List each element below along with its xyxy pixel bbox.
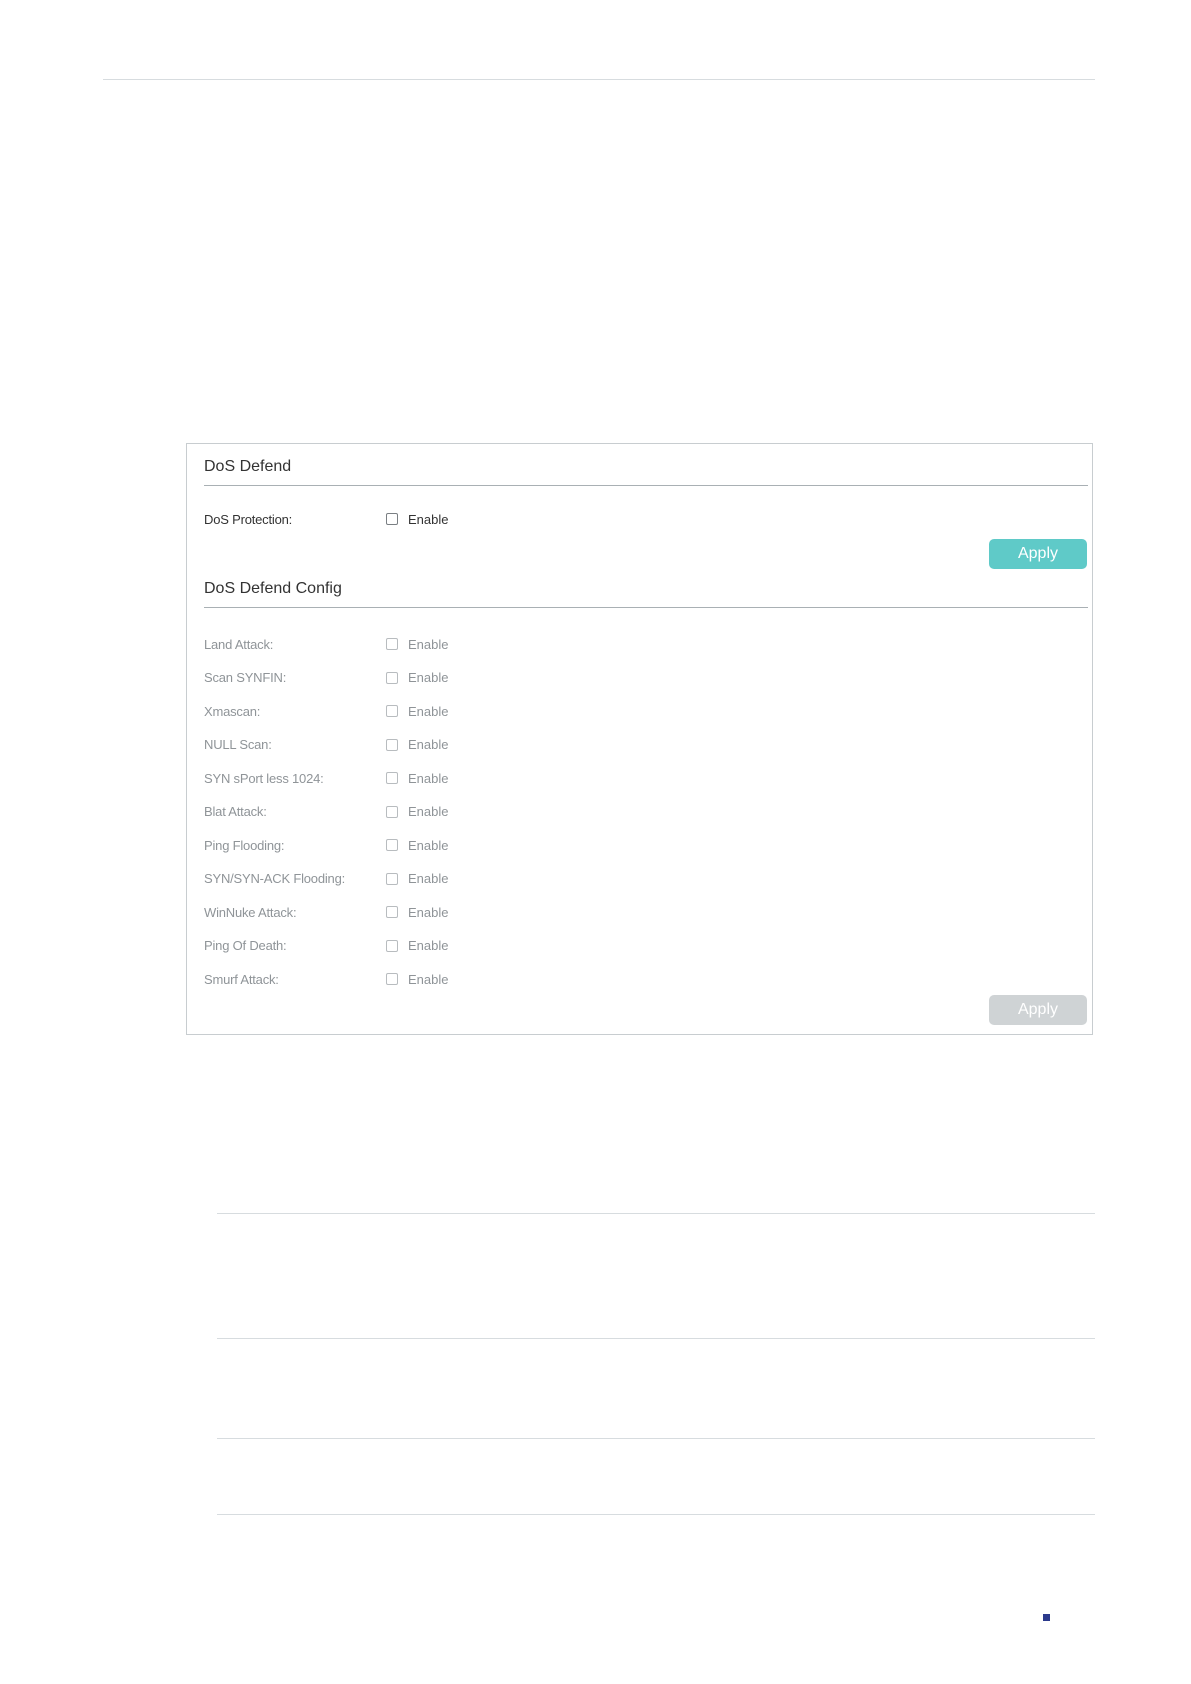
dos-defend-config-title: DoS Defend Config [204,580,342,597]
config-row-checkbox[interactable] [386,671,398,684]
config-row-label: Ping Of Death: [204,938,287,953]
config-row-label: Smurf Attack: [204,971,279,987]
config-row: Land Attack: Enable [204,635,704,653]
config-row-enable-label[interactable]: Enable [408,637,448,652]
config-row-label: Xmascan: [204,703,261,719]
config-row-enable-label[interactable]: Enable [408,905,448,920]
config-row-checkbox[interactable] [386,705,398,717]
config-row-enable-label[interactable]: Enable [408,670,448,685]
config-row-checkbox[interactable] [386,839,398,851]
config-row-label: Ping Flooding: [204,837,285,853]
divider [217,1438,1095,1439]
config-row-checkbox[interactable] [386,973,398,985]
config-row: WinNuke Attack: Enable [204,903,704,921]
config-row-checkbox[interactable] [386,805,398,818]
dos-defend-config-divider [204,607,1088,608]
config-row: Smurf Attack: Enable [204,970,704,988]
dos-protection-enable-label[interactable]: Enable [408,512,448,527]
divider [217,1213,1095,1214]
config-row-enable-label[interactable]: Enable [408,804,448,819]
config-row-enable-label[interactable]: Enable [408,737,448,752]
config-row-label: SYN sPort less 1024: [204,770,324,786]
page-marker-icon [1043,1614,1050,1621]
config-row: NULL Scan: Enable [204,736,704,754]
config-row: SYN sPort less 1024: Enable [204,769,704,787]
config-row-enable-label[interactable]: Enable [408,972,448,987]
config-row-enable-label[interactable]: Enable [408,871,448,886]
dos-protection-label: DoS Protection: [204,511,293,527]
config-row-enable-label[interactable]: Enable [408,838,448,853]
config-row-checkbox[interactable] [386,738,398,751]
dos-defend-divider [204,485,1088,486]
config-row-enable-label[interactable]: Enable [408,938,448,953]
config-row: Ping Of Death: Enable [204,937,704,955]
config-row: Blat Attack: Enable [204,803,704,821]
dos-defend-config-apply-button[interactable]: Apply [989,995,1087,1025]
config-row: Ping Flooding: Enable [204,836,704,854]
config-row: SYN/SYN-ACK Flooding: Enable [204,870,704,888]
dos-protection-checkbox[interactable] [386,513,398,525]
config-row-label: WinNuke Attack: [204,904,297,920]
config-row-label: Blat Attack: [204,804,267,819]
config-row-label: SYN/SYN-ACK Flooding: [204,871,346,886]
config-row-enable-label[interactable]: Enable [408,771,448,786]
config-row-checkbox[interactable] [386,939,398,952]
divider [217,1514,1095,1515]
config-row-checkbox[interactable] [386,872,398,885]
config-row-checkbox[interactable] [386,772,398,784]
dos-defend-apply-button[interactable]: Apply [989,539,1087,569]
config-row: Xmascan: Enable [204,702,704,720]
config-row: Scan SYNFIN: Enable [204,669,704,687]
dos-defend-title: DoS Defend [204,458,292,475]
config-row-checkbox[interactable] [386,638,398,650]
config-row-label: NULL Scan: [204,737,272,752]
dos-defend-panel: DoS Defend DoS Protection: Enable Apply … [186,443,1093,1035]
page-header-rule [103,79,1095,80]
config-row-label: Land Attack: [204,636,274,652]
config-row-label: Scan SYNFIN: [204,670,287,685]
config-row-enable-label[interactable]: Enable [408,704,448,719]
dos-protection-row: DoS Protection: Enable [204,510,704,528]
divider [217,1338,1095,1339]
config-row-checkbox[interactable] [386,906,398,918]
